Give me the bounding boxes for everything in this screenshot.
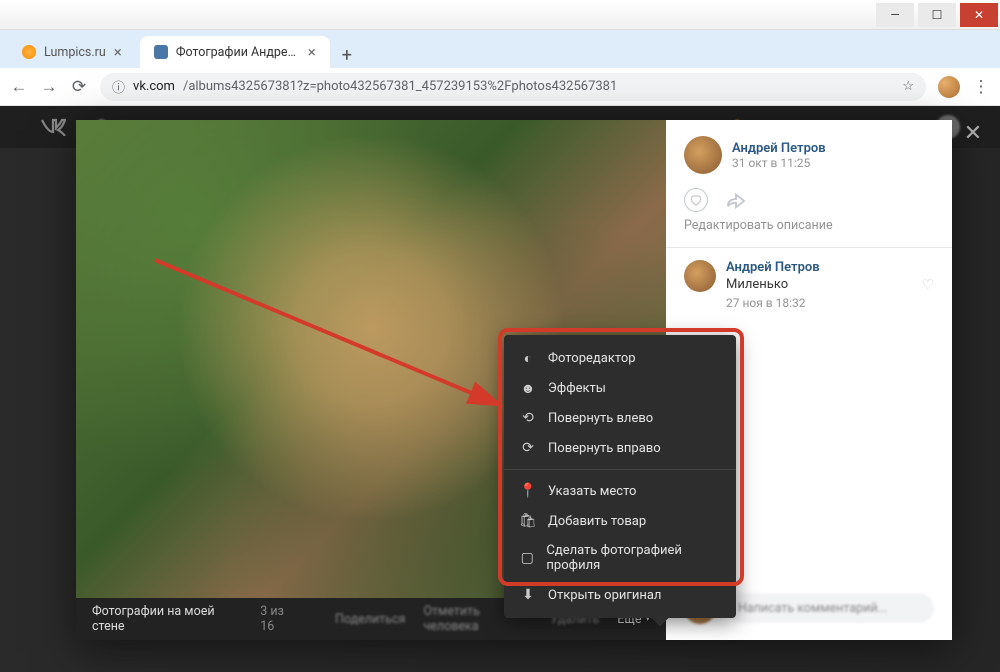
bookmark-star-icon[interactable]: ☆	[902, 79, 914, 94]
photo-date: 31 окт в 11:25	[732, 156, 826, 170]
share-button[interactable]	[724, 188, 748, 212]
comment-author-link[interactable]: Андрей Петров	[726, 260, 820, 275]
photo-album-title: Фотографии на моей стене	[92, 604, 242, 634]
window-maximize-button[interactable]: ☐	[918, 3, 956, 27]
window-titlebar: — ☐ ✕	[0, 0, 1000, 30]
menu-item-set-profile-photo[interactable]: ▢ Сделать фотографией профиля	[504, 536, 736, 580]
menu-label: Указать место	[548, 484, 636, 499]
menu-label: Эффекты	[548, 381, 606, 396]
heart-icon	[689, 193, 703, 207]
nav-forward-button[interactable]: →	[40, 78, 58, 96]
photo-actions	[684, 188, 934, 212]
like-button[interactable]	[684, 188, 708, 212]
comment-input[interactable]: Написать комментарий...	[726, 593, 934, 623]
rotate-left-icon: ⟲	[520, 410, 536, 426]
url-path: /albums432567381?z=photo432567381_457239…	[183, 79, 617, 94]
location-pin-icon: 📍	[520, 483, 536, 499]
browser-profile-avatar[interactable]	[938, 76, 960, 98]
browser-menu-button[interactable]: ⋮	[972, 78, 990, 96]
address-bar[interactable]: ⓘ vk.com/albums432567381?z=photo43256738…	[100, 73, 926, 101]
favicon-icon	[154, 45, 168, 59]
browser-tabstrip: Lumpics.ru × Фотографии Андрея Петрова –…	[0, 30, 1000, 68]
divider	[666, 247, 952, 248]
share-link[interactable]: Поделиться	[335, 612, 405, 627]
author-name-link[interactable]: Андрей Петров	[732, 141, 826, 156]
menu-item-set-place[interactable]: 📍 Указать место	[504, 476, 736, 506]
close-viewer-button[interactable]: ✕	[958, 118, 988, 148]
comment-text: Миленько	[726, 277, 820, 292]
menu-label: Фоторедактор	[548, 351, 636, 366]
tab-close-icon[interactable]: ×	[114, 43, 122, 61]
tab-title: Lumpics.ru	[44, 45, 106, 60]
more-dropdown-menu: ◐ Фоторедактор ☻ Эффекты ⟲ Повернуть вле…	[504, 335, 736, 618]
menu-item-photoeditor[interactable]: ◐ Фоторедактор	[504, 343, 736, 373]
nav-back-button[interactable]: ←	[10, 78, 28, 96]
rotate-right-icon: ⟳	[520, 440, 536, 456]
window-minimize-button[interactable]: —	[876, 3, 914, 27]
menu-item-effects[interactable]: ☻ Эффекты	[504, 373, 736, 403]
tab-close-icon[interactable]: ×	[308, 43, 316, 61]
favicon-icon	[22, 45, 36, 59]
window-close-button[interactable]: ✕	[960, 3, 998, 27]
menu-separator	[504, 469, 736, 470]
comment-avatar[interactable]	[684, 260, 716, 292]
menu-label: Повернуть вправо	[548, 441, 661, 456]
browser-tab-active[interactable]: Фотографии Андрея Петрова – ×	[140, 36, 330, 68]
comment-date: 27 ноя в 18:32	[726, 296, 820, 310]
author-avatar[interactable]	[684, 136, 722, 174]
tab-title: Фотографии Андрея Петрова –	[176, 45, 300, 60]
browser-tab[interactable]: Lumpics.ru ×	[8, 36, 136, 68]
comment-like-button[interactable]: ♡	[921, 277, 934, 293]
share-icon	[725, 191, 747, 209]
effects-icon: ☻	[520, 380, 536, 396]
download-icon: ⬇	[520, 587, 536, 603]
photo-author-block: Андрей Петров 31 окт в 11:25	[684, 136, 934, 174]
bag-icon: 🛍	[520, 513, 536, 529]
menu-item-rotate-left[interactable]: ⟲ Повернуть влево	[504, 403, 736, 433]
vk-logo-icon[interactable]	[40, 118, 66, 136]
profile-photo-icon: ▢	[520, 550, 534, 566]
browser-toolbar: ← → ⟳ ⓘ vk.com/albums432567381?z=photo43…	[0, 68, 1000, 106]
edit-description-link[interactable]: Редактировать описание	[684, 218, 934, 233]
site-info-icon[interactable]: ⓘ	[112, 77, 125, 96]
menu-item-open-original[interactable]: ⬇ Открыть оригинал	[504, 580, 736, 610]
photo-counter: 3 из 16	[260, 604, 299, 634]
nav-reload-button[interactable]: ⟳	[70, 78, 88, 96]
menu-item-add-product[interactable]: 🛍 Добавить товар	[504, 506, 736, 536]
new-tab-button[interactable]: +	[334, 42, 360, 68]
menu-item-rotate-right[interactable]: ⟳ Повернуть вправо	[504, 433, 736, 463]
menu-label: Добавить товар	[548, 514, 646, 529]
menu-label: Повернуть влево	[548, 411, 653, 426]
contrast-icon: ◐	[520, 350, 536, 366]
menu-label: Сделать фотографией профиля	[546, 543, 720, 573]
url-host: vk.com	[133, 79, 175, 94]
menu-label: Открыть оригинал	[548, 588, 661, 603]
comment-item: Андрей Петров Миленько 27 ноя в 18:32 ♡	[684, 260, 934, 310]
